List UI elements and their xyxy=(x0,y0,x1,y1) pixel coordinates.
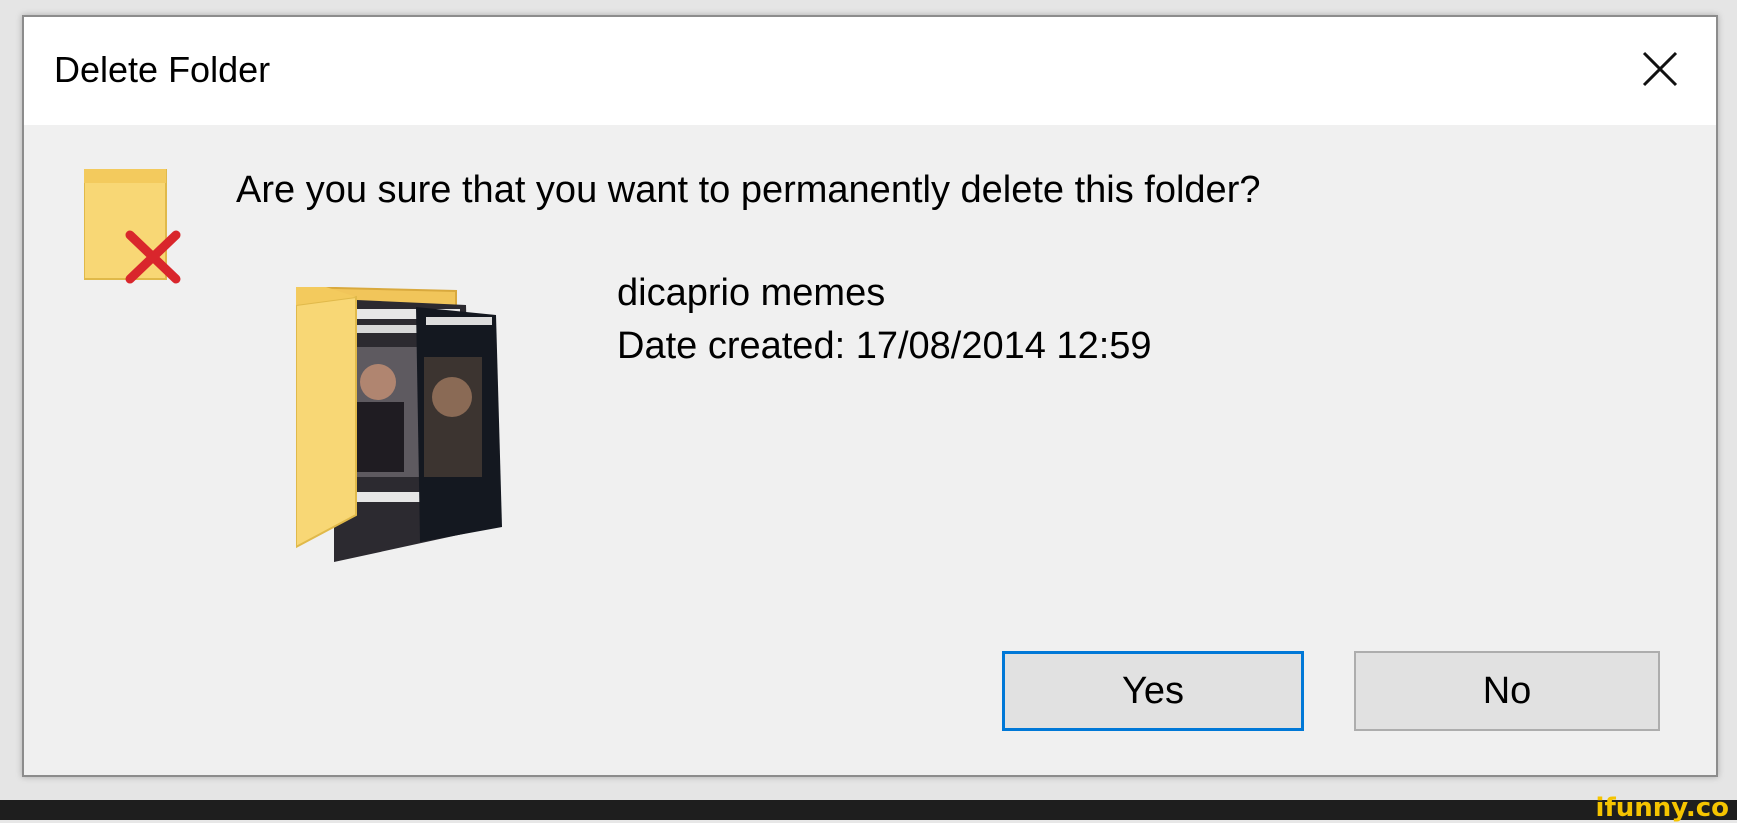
folder-thumbnail-icon xyxy=(296,287,502,562)
delete-folder-dialog: Delete Folder Are you sure that you want… xyxy=(22,15,1718,777)
yes-button[interactable]: Yes xyxy=(1002,651,1304,731)
folder-delete-icon xyxy=(84,169,181,284)
watermark-strip xyxy=(0,800,1737,820)
folder-name: dicaprio memes xyxy=(617,272,886,314)
close-button[interactable] xyxy=(1624,33,1696,105)
confirmation-question: Are you sure that you want to permanentl… xyxy=(236,169,1261,211)
dialog-title: Delete Folder xyxy=(54,49,271,90)
no-button[interactable]: No xyxy=(1354,651,1660,731)
dialog-titlebar: Delete Folder xyxy=(24,17,1716,125)
close-icon xyxy=(1642,51,1678,87)
folder-date-created: Date created: 17/08/2014 12:59 xyxy=(617,325,1152,367)
watermark-logo: ifunny.co xyxy=(1595,793,1729,823)
